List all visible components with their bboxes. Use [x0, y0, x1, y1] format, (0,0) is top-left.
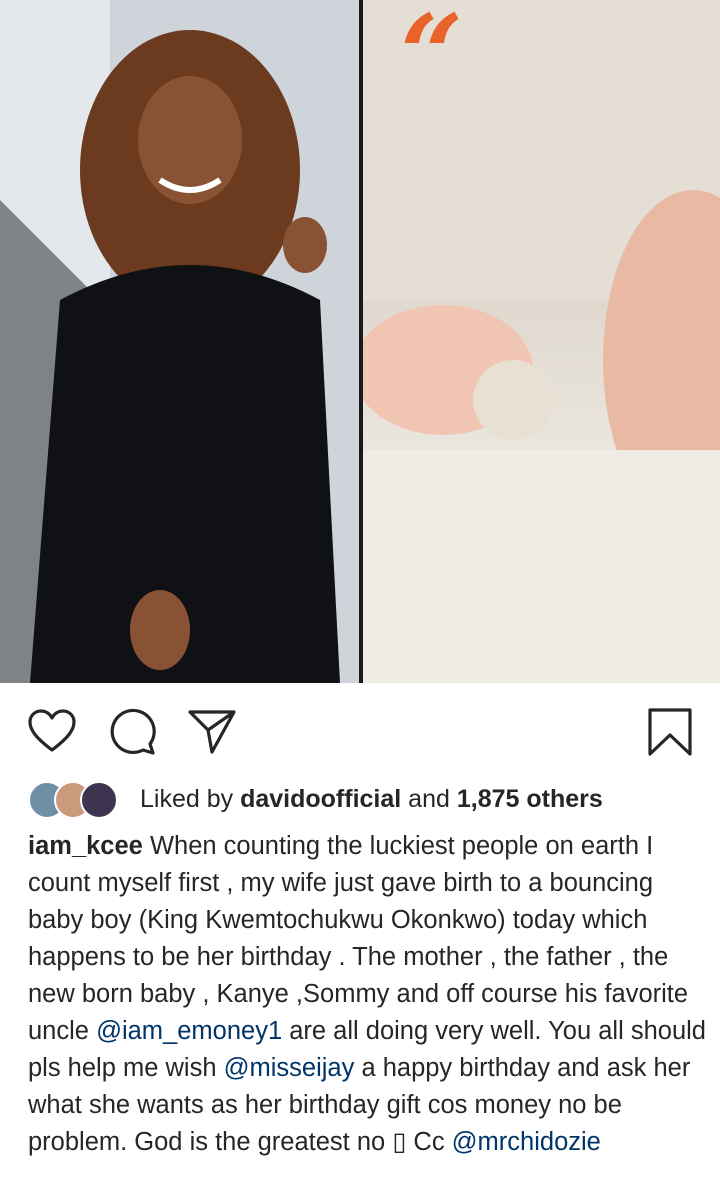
woman-photo [0, 0, 359, 683]
caption-username[interactable]: iam_kcee [28, 832, 143, 860]
paper-plane-icon[interactable] [186, 706, 238, 758]
post-action-bar [0, 700, 720, 762]
post-media[interactable]: “ [0, 0, 720, 683]
quote-mark: “ [400, 0, 464, 119]
likes-prefix: Liked by [140, 784, 234, 813]
mention-link[interactable]: @misseijay [224, 1054, 355, 1082]
liker-avatars [28, 779, 128, 819]
caption-text: When counting the luckiest people on ear… [28, 832, 689, 1045]
likes-text: Liked by davidoofficial and 1,875 others [140, 785, 603, 814]
liker-username[interactable]: davidoofficial [240, 785, 401, 813]
mention-link[interactable]: @mrchidozie [452, 1128, 601, 1156]
heart-icon[interactable] [26, 706, 78, 758]
baby-hand-photo: “ [363, 0, 720, 683]
likes-summary[interactable]: Liked by davidoofficial and 1,875 others [28, 778, 708, 820]
mention-link[interactable]: @iam_emoney1 [96, 1017, 282, 1045]
woman-photo-illustration [0, 0, 359, 683]
bookmark-icon[interactable] [644, 706, 696, 758]
comment-icon[interactable] [106, 706, 158, 758]
likes-connector: and [408, 784, 450, 813]
likes-others-count[interactable]: 1,875 others [457, 785, 603, 813]
avatar [80, 781, 118, 819]
post-caption: iam_kcee When counting the luckiest peop… [28, 828, 708, 1161]
